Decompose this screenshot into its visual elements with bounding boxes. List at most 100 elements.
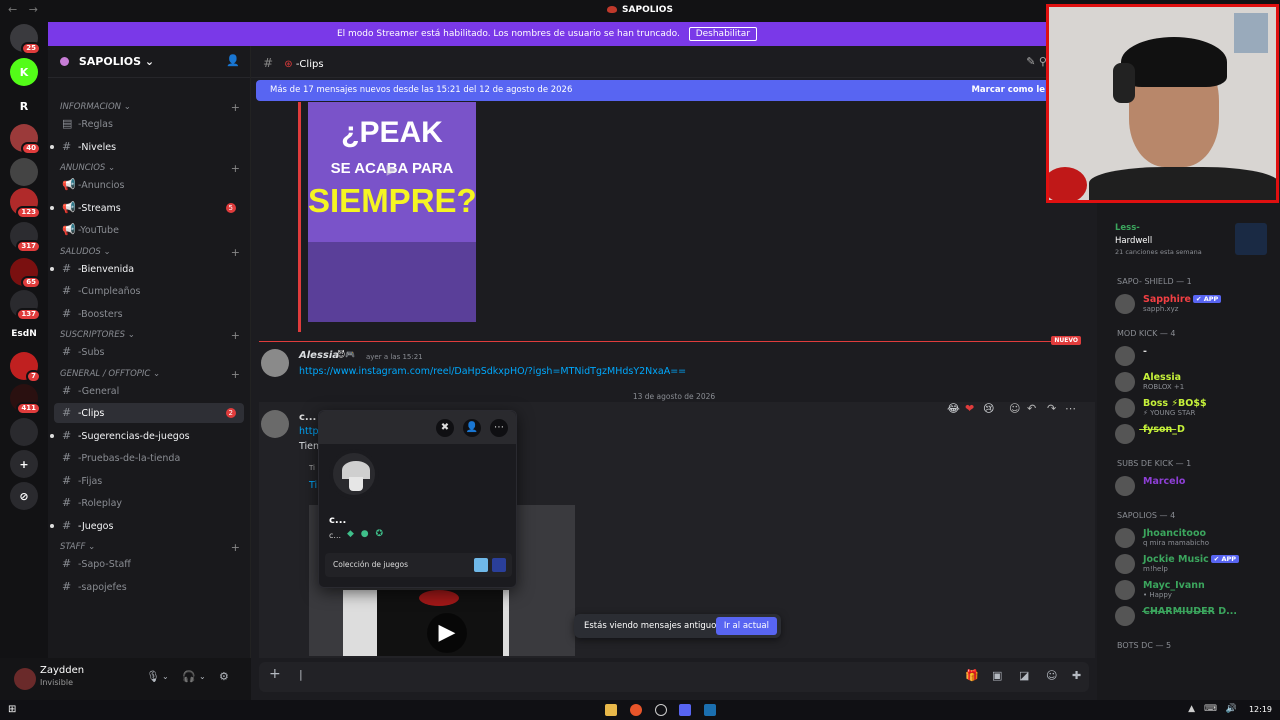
obs-icon[interactable] <box>655 704 667 716</box>
channel-item[interactable]: # -Niveles <box>50 137 244 157</box>
emoji-icon[interactable]: ☺ <box>1046 669 1057 682</box>
avatar[interactable] <box>329 449 379 499</box>
add-channel-icon[interactable]: + <box>231 246 240 259</box>
channel-item[interactable]: # -sapojefes <box>54 577 244 597</box>
member-item[interactable]: Jockie Music ✔ APP m!help <box>1113 553 1275 575</box>
server-icon[interactable]: 123 <box>10 188 41 219</box>
channel-category[interactable]: GENERAL / OFFTOPIC ⌄ + <box>60 368 240 381</box>
gif-icon[interactable]: ▣ <box>992 669 1002 682</box>
channel-item[interactable]: 📢 -Streams 5 <box>50 198 244 218</box>
play-icon[interactable]: ▶ <box>427 613 467 653</box>
member-item[interactable]: Mayc_Ivann • Happy <box>1113 579 1275 601</box>
server-icon[interactable]: ⊘ <box>10 482 38 510</box>
laugh-reaction-icon[interactable]: 😂 <box>947 402 960 415</box>
channel-item[interactable]: # -Sugerencias-de-juegos <box>50 426 244 446</box>
add-friend-icon[interactable]: 👤 <box>463 419 481 437</box>
chevron-down-icon[interactable]: ⌄ <box>162 672 169 681</box>
message-author[interactable]: Alessia <box>299 350 339 361</box>
reply-icon[interactable]: ↶ <box>1027 402 1036 415</box>
more-icon[interactable]: ⋯ <box>1065 402 1076 415</box>
channel-item[interactable]: # -Fijas <box>54 471 244 491</box>
server-icon[interactable] <box>10 418 38 446</box>
microphone-icon[interactable]: 🎙 <box>146 670 160 683</box>
server-icon[interactable] <box>10 158 38 186</box>
browser-icon[interactable] <box>630 704 642 716</box>
channel-item[interactable]: 📢 -YouTube <box>54 220 244 240</box>
channel-item[interactable]: # -Clips 2 <box>54 403 244 423</box>
threads-icon[interactable]: ✎ ⚲ <box>1026 55 1047 68</box>
embed-title[interactable]: Ti <box>309 480 317 491</box>
message-link[interactable]: https://www.instagram.com/reel/DaHpSdkxp… <box>299 366 686 377</box>
steam-icon[interactable] <box>704 704 716 716</box>
add-channel-icon[interactable]: + <box>231 329 240 342</box>
channel-item[interactable]: # -General <box>54 381 244 401</box>
add-reaction-icon[interactable]: ☺ <box>1009 402 1020 415</box>
member-item[interactable]: Alessia ROBLOX +1 <box>1113 371 1275 393</box>
new-messages-bar[interactable]: Más de 17 mensajes nuevos desde las 15:2… <box>256 80 1051 101</box>
channel-item[interactable]: # -Bienvenida <box>50 259 244 279</box>
server-icon[interactable]: 137 <box>10 290 41 321</box>
invite-people-icon[interactable]: 👤 <box>226 54 240 67</box>
jump-to-present-button[interactable]: Ir al actual <box>715 617 777 635</box>
server-icon[interactable]: 25 <box>10 24 41 55</box>
channel-item[interactable]: # -Juegos <box>50 516 244 536</box>
channel-category[interactable]: SUSCRIPTORES ⌄ + <box>60 329 240 342</box>
game-icon[interactable] <box>492 558 506 572</box>
avatar[interactable] <box>261 349 289 377</box>
forward-icon[interactable]: ↷ <box>1047 402 1056 415</box>
channel-item[interactable]: # -Pruebas-de-la-tienda <box>54 448 244 468</box>
add-channel-icon[interactable]: + <box>231 101 240 114</box>
headphones-icon[interactable]: 🎧 <box>182 670 196 683</box>
mark-as-read-button[interactable]: Marcar como le <box>971 80 1045 101</box>
channel-category[interactable]: STAFF ⌄ + <box>60 541 240 554</box>
message-link[interactable]: http <box>299 426 319 437</box>
channel-item[interactable]: # -Sapo-Staff <box>54 554 244 574</box>
chevron-down-icon[interactable]: ⌄ <box>199 672 206 681</box>
play-icon[interactable]: ▶ <box>378 162 406 182</box>
server-icon[interactable]: 40 <box>10 124 41 155</box>
channel-item[interactable]: 📢 -Anuncios <box>54 175 244 195</box>
channel-item[interactable]: ▤ -Reglas <box>54 114 244 134</box>
add-channel-icon[interactable]: + <box>231 162 240 175</box>
attach-plus-icon[interactable]: + <box>269 666 281 682</box>
member-item[interactable]: Sapphire ✔ APP sapph.xyz <box>1113 293 1275 315</box>
avatar[interactable] <box>14 668 36 690</box>
profile-badges-icon[interactable]: ◆ ● ✪ <box>347 529 385 539</box>
channel-item[interactable]: # -Boosters <box>54 304 244 324</box>
sticker-icon[interactable]: ◪ <box>1019 669 1029 682</box>
windows-start-icon[interactable]: ⊞ <box>8 704 20 716</box>
channel-item[interactable]: # -Cumpleaños <box>54 281 244 301</box>
member-item[interactable]: Jhoancitooo q mira mamabicho <box>1113 527 1275 549</box>
channel-item[interactable]: # -Roleplay <box>54 493 244 513</box>
server-header[interactable]: SAPOLIOS ⌄ 👤 <box>48 46 250 78</box>
apps-icon[interactable]: ✚ <box>1072 669 1081 682</box>
game-collection[interactable]: Colección de juegos <box>325 553 512 577</box>
channel-category[interactable]: SALUDOS ⌄ + <box>60 246 240 259</box>
game-icon[interactable] <box>474 558 488 572</box>
disable-streamer-button[interactable]: Deshabilitar <box>688 27 758 41</box>
channel-item[interactable]: # -Subs <box>54 342 244 362</box>
server-icon[interactable]: 65 <box>10 258 41 289</box>
add-channel-icon[interactable]: + <box>231 368 240 381</box>
gear-icon[interactable]: ⚙ <box>219 670 229 683</box>
member-item[interactable]: - <box>1113 345 1275 367</box>
member-item[interactable]: Boss ⚡BO$$ ⚡ YOUNG STAR <box>1113 397 1275 419</box>
system-tray-icon[interactable]: ▲ ⌨ 🔊 <box>1188 704 1240 714</box>
server-icon[interactable]: 317 <box>10 222 41 253</box>
member-item[interactable]: C̶H̶A̶R̶M̶I̶U̶D̶E̶R̶ D... <box>1113 605 1275 627</box>
gift-icon[interactable]: 🎁 <box>965 669 979 682</box>
music-activity-card[interactable]: Less- Hardwell 21 canciones esta semana <box>1109 219 1267 259</box>
server-icon[interactable]: R <box>10 92 38 120</box>
server-icon[interactable]: K <box>10 58 38 86</box>
add-channel-icon[interactable]: + <box>231 541 240 554</box>
message-author[interactable]: c... <box>299 412 316 423</box>
heart-reaction-icon[interactable]: ❤ <box>965 402 974 415</box>
server-icon[interactable]: 411 <box>10 384 41 415</box>
server-icon[interactable]: EsdN <box>10 320 38 348</box>
server-icon[interactable]: 7 <box>10 352 41 383</box>
more-icon[interactable]: ⋯ <box>490 419 508 437</box>
avatar[interactable] <box>261 410 289 438</box>
embed-thumbnail[interactable]: ¿PEAK SE ACABA PARA SIEMPRE? ▶ <box>308 102 476 322</box>
member-item[interactable]: Marcelo <box>1113 475 1275 497</box>
channel-category[interactable]: INFORMACION ⌄ + <box>60 101 240 114</box>
